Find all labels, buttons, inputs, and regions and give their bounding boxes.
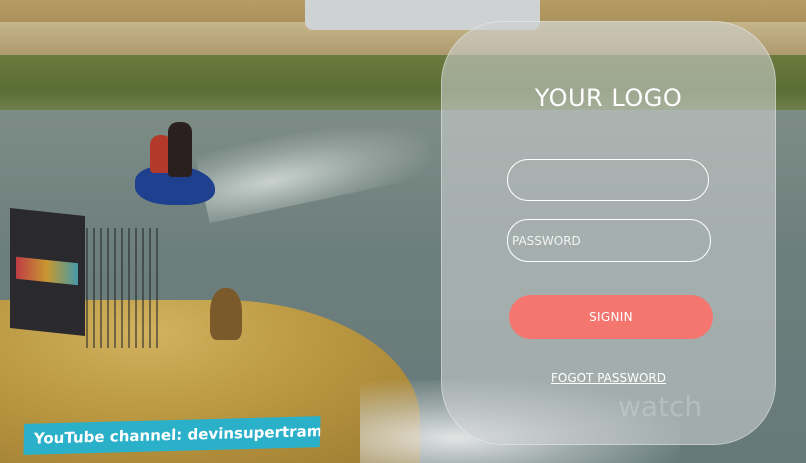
forgot-password-link[interactable]: FOGOT PASSWORD <box>442 371 775 385</box>
jetski-rider <box>168 122 192 177</box>
password-input[interactable] <box>507 219 711 262</box>
page: YouTube channel: devinsupertramp watch Y… <box>0 0 806 463</box>
signin-button[interactable]: SIGNIN <box>509 295 713 339</box>
dog <box>210 288 242 340</box>
username-input[interactable] <box>507 159 709 201</box>
login-panel: YOUR LOGO SIGNIN FOGOT PASSWORD <box>441 21 776 445</box>
fence <box>86 228 161 348</box>
logo-text: YOUR LOGO <box>534 84 683 112</box>
